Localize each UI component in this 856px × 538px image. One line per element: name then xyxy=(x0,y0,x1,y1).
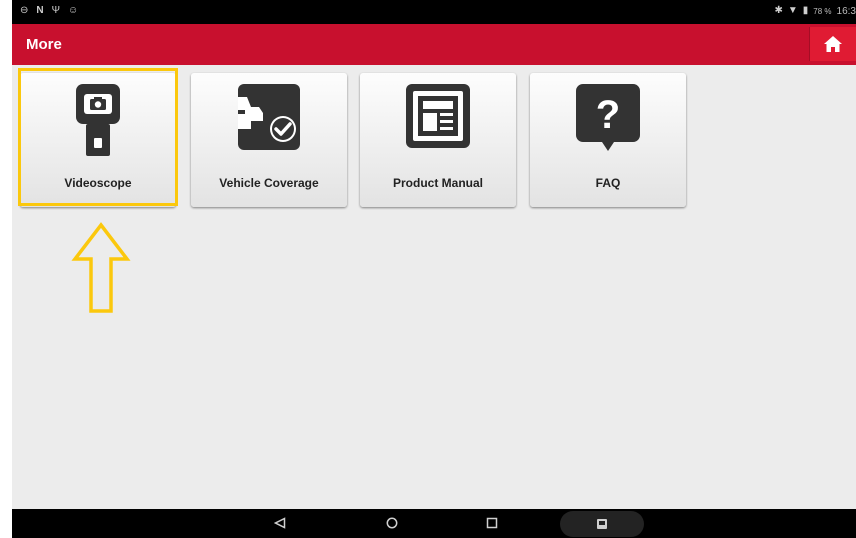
usb-icon: Ψ xyxy=(51,5,60,16)
status-right-icons: ✱ ▼ ▮ 78 % 16:3 xyxy=(774,5,856,17)
status-bar: ⊖ N Ψ ☺ ✱ ▼ ▮ 78 % 16:3 xyxy=(12,0,856,24)
up-arrow-annotation xyxy=(71,222,131,313)
back-icon[interactable] xyxy=(274,517,286,529)
tile-faq[interactable]: ? FAQ xyxy=(530,73,686,207)
page-title: More xyxy=(26,36,62,53)
app-bar: More xyxy=(12,24,856,65)
tile-label: FAQ xyxy=(595,176,621,190)
nfc-icon: N xyxy=(36,5,44,16)
android-icon: ☺ xyxy=(67,5,79,16)
screenshot-button[interactable] xyxy=(560,511,644,537)
battery-percent: 78 % xyxy=(813,6,832,16)
tile-label: Vehicle Coverage xyxy=(219,176,319,190)
alarm-icon: ⊖ xyxy=(20,5,29,16)
screenshot-icon xyxy=(597,519,607,529)
home-circle-icon[interactable] xyxy=(386,517,398,529)
faq-icon: ? xyxy=(576,84,640,151)
tile-vehicle-coverage[interactable]: Vehicle Coverage xyxy=(191,73,347,207)
highlight-frame xyxy=(18,68,178,206)
app-screen: ⊖ N Ψ ☺ ✱ ▼ ▮ 78 % 16:3 More Videoscope … xyxy=(12,0,856,538)
vehicle-coverage-icon xyxy=(238,84,300,150)
content-area: Videoscope Vehicle Coverage Product Manu… xyxy=(12,65,856,509)
wifi-icon: ▼ xyxy=(787,5,798,16)
tile-label: Product Manual xyxy=(392,176,483,190)
status-left-icons: ⊖ N Ψ ☺ xyxy=(20,5,78,17)
clock: 16:3 xyxy=(836,5,856,17)
battery-icon: ▮ xyxy=(802,5,809,16)
bluetooth-icon: ✱ xyxy=(774,5,783,16)
product-manual-icon xyxy=(406,84,470,148)
svg-text:?: ? xyxy=(596,93,620,137)
home-icon xyxy=(824,36,842,52)
navigation-bar xyxy=(12,509,856,538)
recents-icon[interactable] xyxy=(486,517,498,529)
home-button[interactable] xyxy=(809,27,856,61)
tile-product-manual[interactable]: Product Manual xyxy=(360,73,516,207)
